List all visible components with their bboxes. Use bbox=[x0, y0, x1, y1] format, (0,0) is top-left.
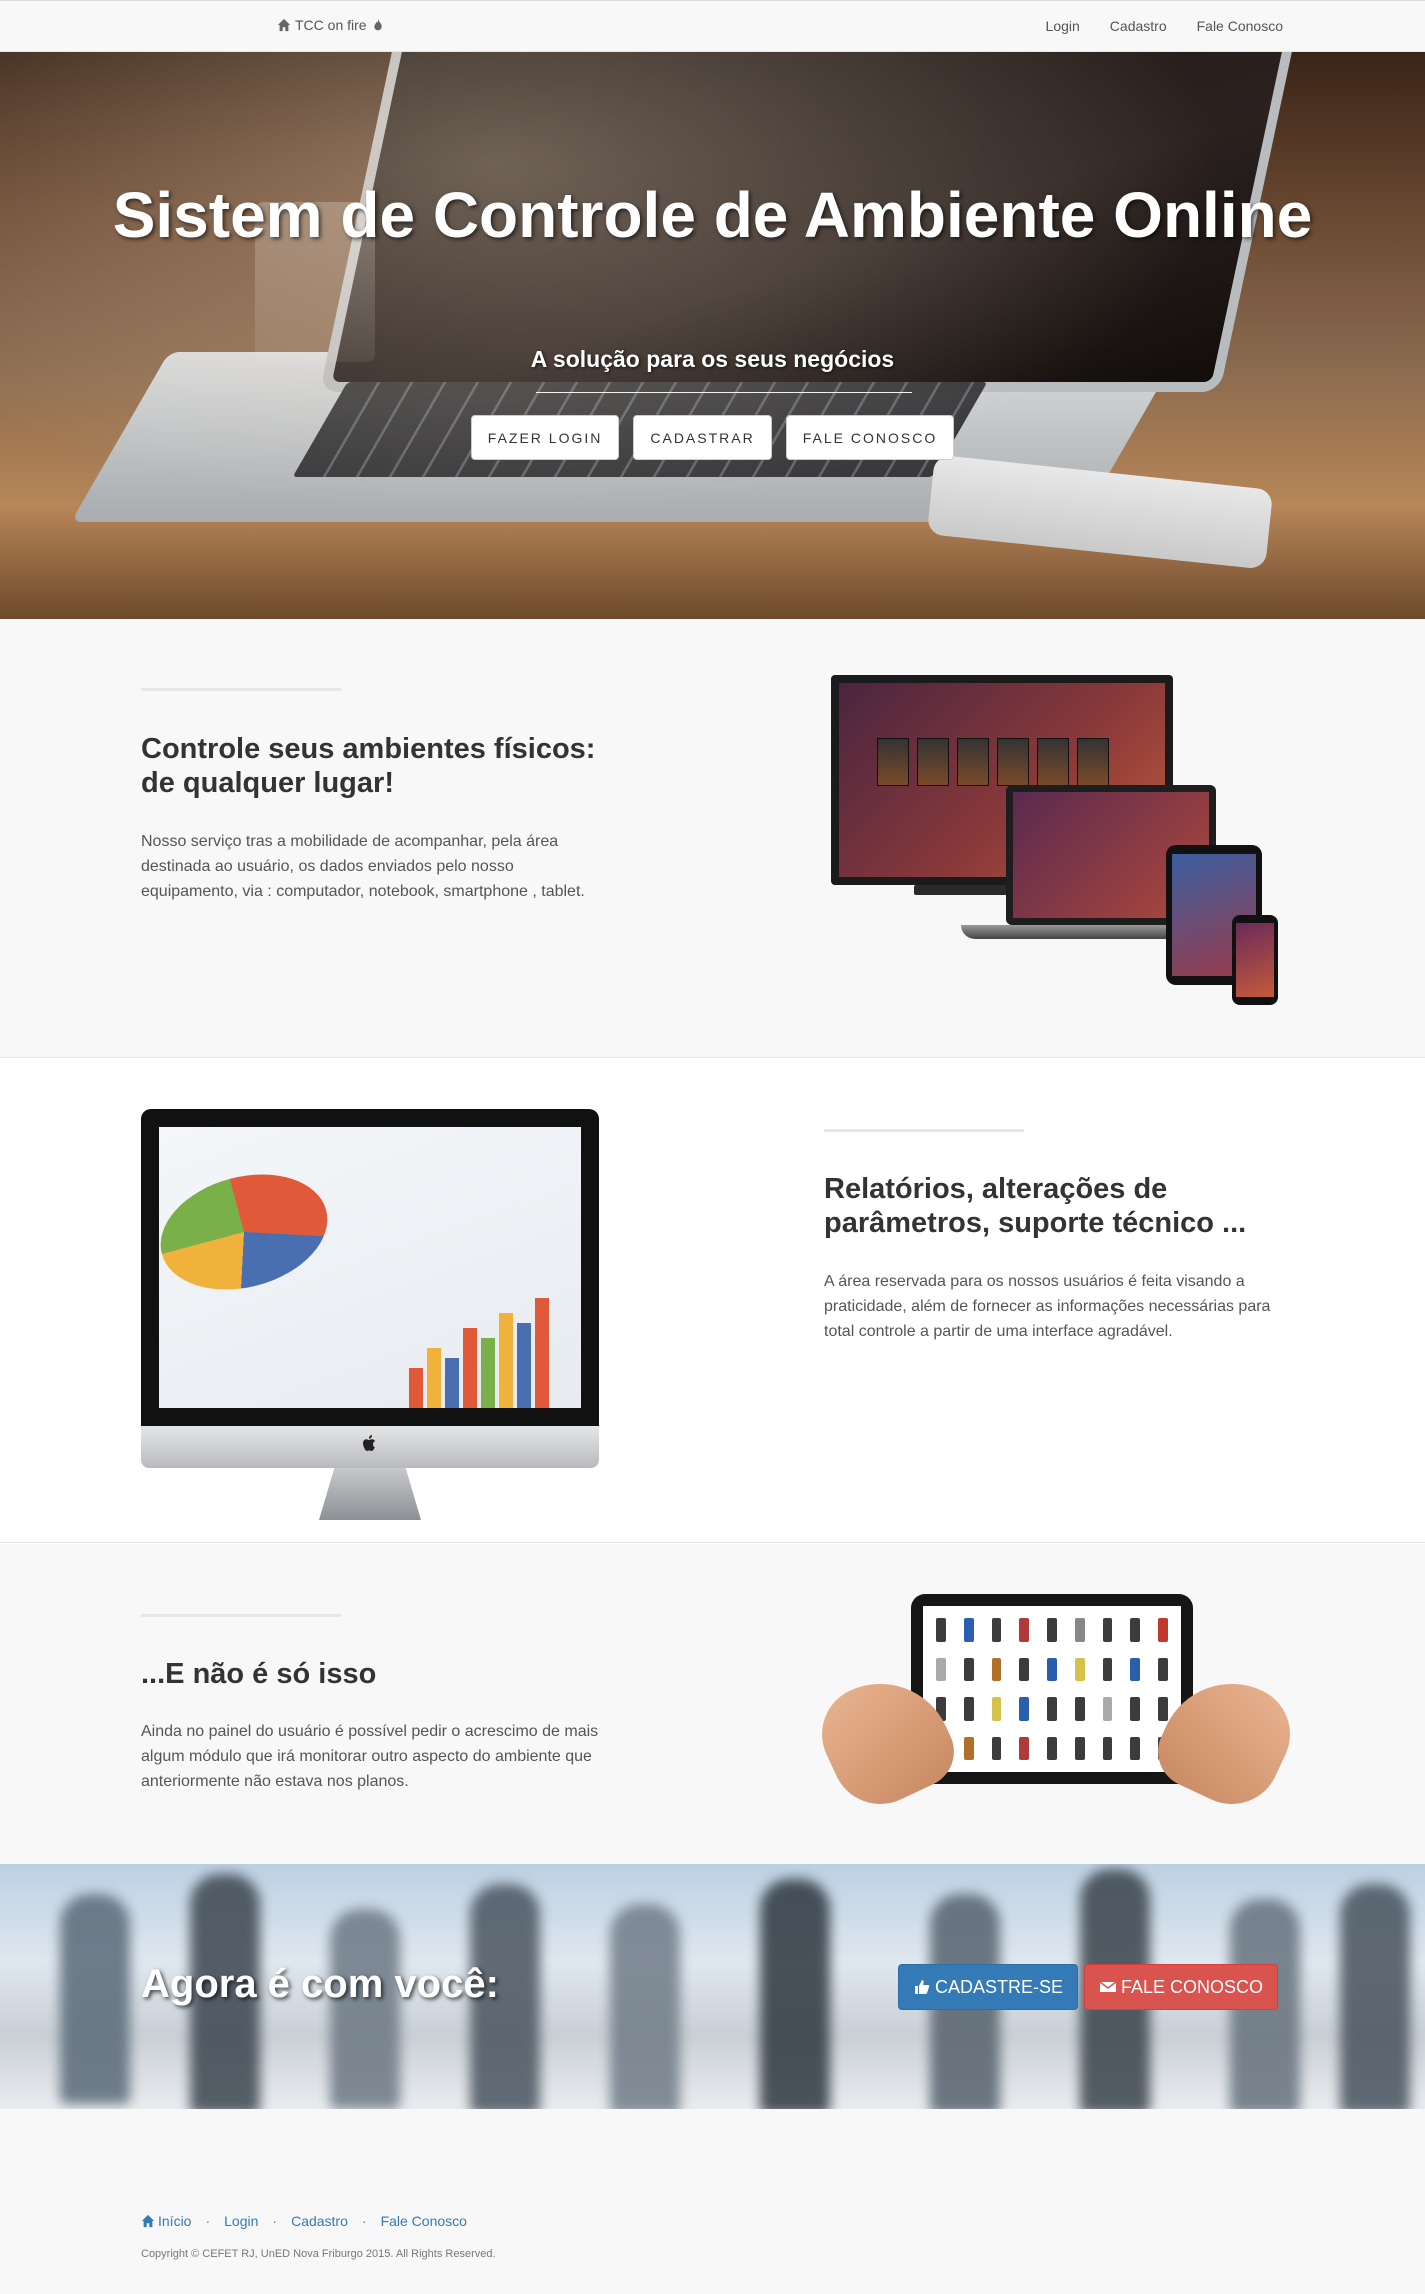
footer-inicio-link[interactable]: Início bbox=[141, 2213, 191, 2229]
navbar: TCC on fire Login Cadastro Fale Conosco bbox=[0, 0, 1425, 52]
hero-banner: Sistem de Controle de Ambiente Online A … bbox=[0, 52, 1425, 619]
thumbs-up-icon bbox=[915, 1980, 930, 1994]
footer-links: Início · Login · Cadastro · Fale Conosco bbox=[141, 2213, 467, 2229]
footer: Início · Login · Cadastro · Fale Conosco… bbox=[0, 2109, 1425, 2294]
report-charts-image bbox=[159, 1127, 581, 1408]
hero-subtitle: A solução para os seus negócios bbox=[530, 346, 895, 372]
cta-contact-label: FALE CONOSCO bbox=[1121, 1976, 1264, 1997]
nav-login-link[interactable]: Login bbox=[1046, 18, 1080, 34]
section-divider bbox=[141, 688, 341, 691]
nav-links: Login Cadastro Fale Conosco bbox=[1046, 18, 1283, 34]
hero-contact-button[interactable]: FALE CONOSCO bbox=[785, 415, 955, 460]
section-text: Ainda no painel do usuário é possível pe… bbox=[141, 1723, 599, 1790]
section-text: A área reservada para os nossos usuários… bbox=[824, 1273, 1271, 1340]
section-divider bbox=[824, 1129, 1024, 1132]
section-heading: Controle seus ambientes físicos: de qual… bbox=[141, 733, 596, 799]
home-icon bbox=[277, 18, 291, 32]
cta-signup-label: CADASTRE-SE bbox=[935, 1976, 1064, 1997]
cta-contact-button[interactable]: FALE CONOSCO bbox=[1084, 1964, 1279, 2010]
hero-buttons: FAZER LOGIN CADASTRAR FALE CONOSCO bbox=[0, 415, 1425, 460]
envelope-icon bbox=[1099, 1981, 1117, 1992]
footer-inicio-label: Início bbox=[158, 2213, 192, 2229]
section-heading: ...E não é só isso bbox=[141, 1658, 377, 1690]
home-icon bbox=[141, 2214, 155, 2228]
hero-glow bbox=[0, 52, 1425, 619]
hero-signup-button[interactable]: CADASTRAR bbox=[633, 415, 772, 460]
brand-link[interactable]: TCC on fire bbox=[277, 17, 385, 33]
hero-login-button[interactable]: FAZER LOGIN bbox=[470, 415, 620, 460]
copyright-text: Copyright © CEFET RJ, UnED Nova Friburgo… bbox=[141, 2248, 496, 2260]
hero-divider bbox=[536, 392, 912, 393]
section-divider bbox=[141, 1614, 341, 1617]
section-heading: Relatórios, alterações de parâmetros, su… bbox=[824, 1173, 1247, 1239]
smartphone-image bbox=[1232, 915, 1278, 1005]
nav-cadastro-link[interactable]: Cadastro bbox=[1110, 18, 1167, 34]
cta-heading: Agora é com você: bbox=[141, 1962, 499, 2006]
apple-logo-icon bbox=[363, 1435, 375, 1451]
components-grid-image bbox=[923, 1606, 1181, 1772]
brand-label: TCC on fire bbox=[295, 17, 367, 33]
section-text: Nosso serviço tras a mobilidade de acomp… bbox=[141, 833, 585, 900]
cta-signup-button[interactable]: CADASTRE-SE bbox=[898, 1964, 1079, 2010]
devices-image bbox=[826, 670, 1286, 1010]
footer-login-link[interactable]: Login bbox=[224, 2213, 258, 2229]
footer-fale-conosco-link[interactable]: Fale Conosco bbox=[381, 2213, 467, 2229]
hero-title: Sistem de Controle de Ambiente Online bbox=[112, 179, 1313, 251]
call-to-action-banner: Agora é com você: CADASTRE-SE FALE CONOS… bbox=[0, 1864, 1425, 2109]
tablet-in-hands-image bbox=[806, 1590, 1306, 1820]
fire-icon bbox=[373, 18, 382, 31]
nav-fale-conosco-link[interactable]: Fale Conosco bbox=[1197, 18, 1283, 34]
imac-image bbox=[141, 1109, 599, 1520]
footer-cadastro-link[interactable]: Cadastro bbox=[291, 2213, 348, 2229]
